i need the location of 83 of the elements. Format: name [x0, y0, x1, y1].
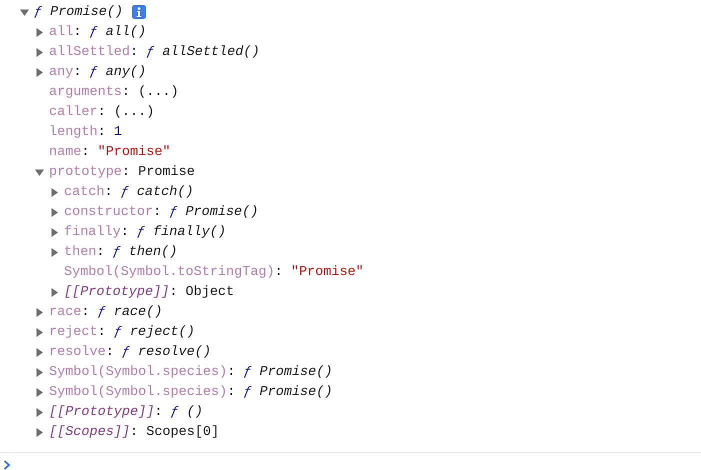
info-icon[interactable] [132, 5, 146, 19]
function-value: ƒ Promise() [243, 384, 332, 400]
function-value: ƒ allSettled() [146, 44, 260, 60]
expand-arrow-icon[interactable] [35, 348, 44, 356]
property-key: Symbol(Symbol.species) [49, 364, 228, 380]
property-key: caller [49, 104, 98, 120]
property-key: resolve [49, 344, 106, 360]
function-value: ƒ race() [98, 304, 162, 320]
string-value: "Promise" [98, 144, 171, 160]
function-value: ƒ finally() [136, 224, 226, 240]
key-separator: : [98, 124, 107, 140]
prompt-icon [3, 460, 11, 470]
accessor-value: (...) [114, 104, 154, 120]
property-key: Symbol(Symbol.toStringTag) [64, 264, 275, 280]
key-separator: : [122, 164, 132, 180]
function-value: ƒ Promise() [34, 4, 124, 20]
function-value: ƒ () [170, 404, 203, 420]
function-value: ƒ resolve() [122, 344, 211, 360]
key-separator: : [81, 144, 91, 160]
object-value: Scopes[0] [146, 424, 220, 440]
key-separator: : [81, 304, 91, 320]
expand-arrow-icon[interactable] [35, 408, 44, 416]
function-value: ƒ Promise() [169, 204, 258, 220]
expand-arrow-icon[interactable] [50, 208, 59, 216]
property-key: then [64, 244, 96, 260]
function-value: ƒ Promise() [243, 364, 332, 380]
key-separator: : [98, 324, 107, 340]
string-value: "Promise" [290, 264, 364, 280]
collapse-arrow-icon[interactable] [35, 168, 44, 176]
property-key: any [49, 64, 74, 80]
key-separator: : [73, 64, 82, 80]
expand-arrow-icon[interactable] [35, 68, 44, 76]
property-key: arguments [49, 84, 122, 100]
number-value: 1 [114, 124, 122, 140]
property-key: catch [64, 184, 105, 200]
object-value: Promise [138, 164, 195, 180]
property-key: finally [64, 224, 121, 240]
key-separator: : [154, 404, 164, 420]
key-separator: : [104, 184, 114, 200]
property-key: [[Scopes]] [49, 424, 130, 440]
function-value: ƒ all() [90, 24, 146, 40]
object-value: Object [186, 284, 234, 300]
property-key: [[Prototype]] [64, 284, 170, 300]
key-separator: : [130, 44, 140, 60]
key-separator: : [227, 384, 236, 400]
expand-arrow-icon[interactable] [35, 48, 44, 56]
expand-arrow-icon[interactable] [50, 248, 59, 256]
key-separator: : [153, 204, 162, 220]
expand-arrow-icon[interactable] [50, 288, 59, 296]
function-value: ƒ catch() [120, 184, 194, 200]
function-value: ƒ then() [112, 244, 178, 260]
property-key: length [49, 124, 98, 140]
property-key: prototype [49, 164, 122, 180]
function-value: ƒ reject() [114, 324, 195, 340]
expand-arrow-icon[interactable] [35, 428, 44, 436]
key-separator: : [130, 424, 140, 440]
property-key: race [49, 304, 82, 320]
key-separator: : [227, 364, 236, 380]
expand-arrow-icon[interactable] [50, 188, 59, 196]
expand-arrow-icon[interactable] [35, 388, 44, 396]
property-key: Symbol(Symbol.species) [49, 384, 228, 400]
key-separator: : [73, 24, 82, 40]
property-key: reject [49, 324, 98, 340]
expand-arrow-icon[interactable] [50, 228, 59, 236]
accessor-value: (...) [138, 84, 179, 100]
property-key: all [49, 24, 74, 40]
expand-arrow-icon[interactable] [35, 308, 44, 316]
expand-arrow-icon[interactable] [35, 368, 44, 376]
key-separator: : [98, 104, 107, 120]
key-separator: : [122, 84, 132, 100]
key-separator: : [274, 264, 284, 280]
key-separator: : [96, 244, 106, 260]
key-separator: : [169, 284, 178, 300]
expand-arrow-icon[interactable] [35, 28, 44, 36]
collapse-arrow-icon[interactable] [20, 8, 29, 16]
property-key: allSettled [49, 44, 130, 60]
function-value: ƒ any() [90, 64, 146, 80]
property-key: constructor [64, 204, 154, 220]
property-key: name [49, 144, 82, 160]
key-separator: : [120, 224, 130, 240]
key-separator: : [106, 344, 115, 360]
expand-arrow-icon[interactable] [35, 328, 44, 336]
property-key: [[Prototype]] [49, 404, 154, 420]
